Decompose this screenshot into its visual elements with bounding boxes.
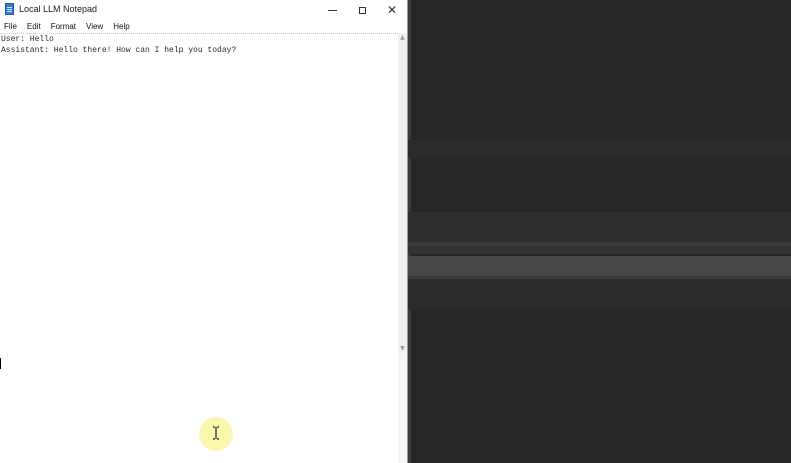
notepad-icon [5, 3, 14, 15]
desktop-screen: Local LLM Notepad ✕ File Edit Format Vie… [0, 0, 791, 463]
scrollbar-area [398, 353, 407, 463]
minimize-icon [327, 9, 337, 11]
scroll-up-icon[interactable]: ▲ [398, 33, 407, 42]
scroll-down-icon[interactable]: ▼ [398, 344, 407, 353]
dark-background-panel [408, 0, 791, 463]
vertical-scrollbar[interactable]: ▲ ▼ [398, 33, 407, 353]
maximize-icon [358, 6, 366, 14]
text-editor[interactable]: User: Hello Assistant: Hello there! How … [0, 33, 398, 463]
menu-format[interactable]: Format [46, 20, 81, 33]
close-button[interactable]: ✕ [377, 0, 407, 20]
menu-edit[interactable]: Edit [22, 20, 46, 33]
menu-bar: File Edit Format View Help [0, 20, 407, 33]
minimize-button[interactable] [317, 0, 347, 20]
menu-help[interactable]: Help [108, 20, 134, 33]
panel-band [408, 279, 791, 309]
window-title: Local LLM Notepad [19, 4, 98, 14]
notepad-window: Local LLM Notepad ✕ File Edit Format Vie… [0, 0, 408, 463]
panel-band [408, 256, 791, 276]
maximize-button[interactable] [347, 0, 377, 20]
panel-band [408, 140, 791, 158]
menu-file[interactable]: File [0, 20, 22, 33]
panel-band [408, 246, 791, 254]
panel-band [408, 212, 791, 242]
editor-content[interactable]: User: Hello Assistant: Hello there! How … [0, 34, 398, 56]
menu-view[interactable]: View [81, 20, 108, 33]
title-bar[interactable]: Local LLM Notepad ✕ [0, 0, 407, 20]
text-cursor-icon [213, 426, 219, 440]
text-caret [0, 358, 1, 369]
close-icon: ✕ [386, 3, 398, 17]
